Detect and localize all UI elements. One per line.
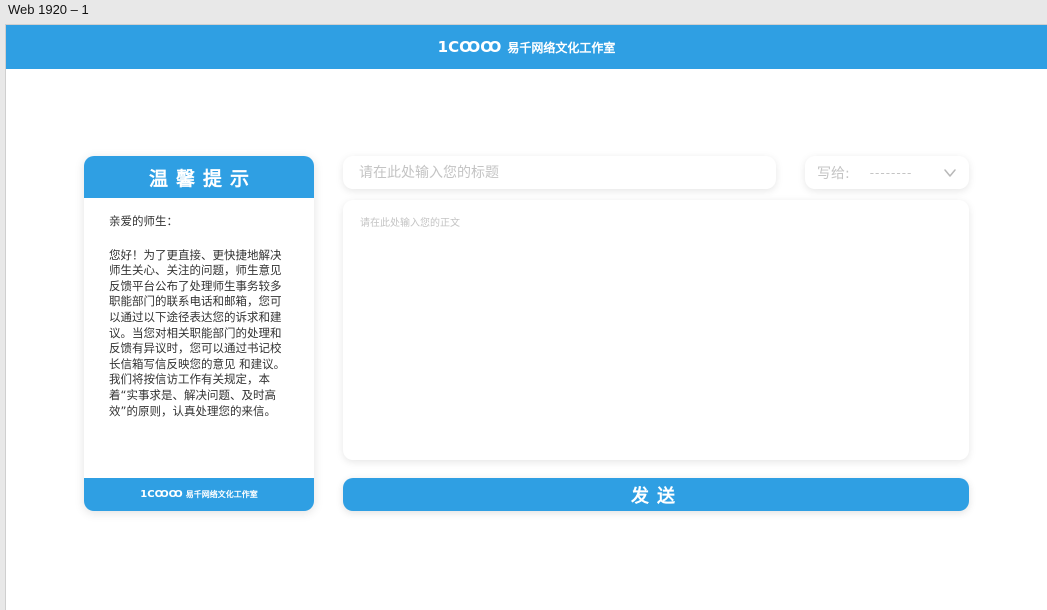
footer-logo-text: 易千网络文化工作室 [185,489,258,499]
artboard: 1CꝎꝎ 易千网络文化工作室 温馨提示 亲爱的师生： 您好！为了更直接、更快捷地… [5,24,1047,610]
recipient-select[interactable]: 写给: -------- [805,156,969,189]
top-bar: 1CꝎꝎ 易千网络文化工作室 [6,25,1047,69]
tip-paragraph: 您好！为了更直接、更快捷地解决师生关心、关注的问题，师生意见反馈平台公布了处理师… [109,247,286,418]
tip-greeting: 亲爱的师生： [109,214,178,228]
frame-label: Web 1920 – 1 [8,2,89,17]
send-button[interactable]: 发送 [343,478,969,511]
tip-title: 温馨提示 [148,167,257,190]
tip-footer: 1CꝎꝎ 易千网络文化工作室 [84,478,314,511]
recipient-value: -------- [869,165,913,180]
body-textarea[interactable] [343,200,969,460]
chevron-down-icon[interactable] [943,166,957,180]
tip-card: 温馨提示 亲爱的师生： 您好！为了更直接、更快捷地解决师生关心、关注的问题，师生… [84,156,314,511]
recipient-label: 写给: [817,165,850,182]
brand-logo-mark: 1CꝎꝎ [437,38,502,56]
tip-body: 亲爱的师生： 您好！为了更直接、更快捷地解决师生关心、关注的问题，师生意见反馈平… [84,198,314,419]
brand-logo-text: 易千网络文化工作室 [507,40,616,55]
title-input[interactable] [343,156,776,189]
footer-logo-mark: 1CꝎꝎ [140,489,183,500]
tip-header: 温馨提示 [84,156,314,198]
